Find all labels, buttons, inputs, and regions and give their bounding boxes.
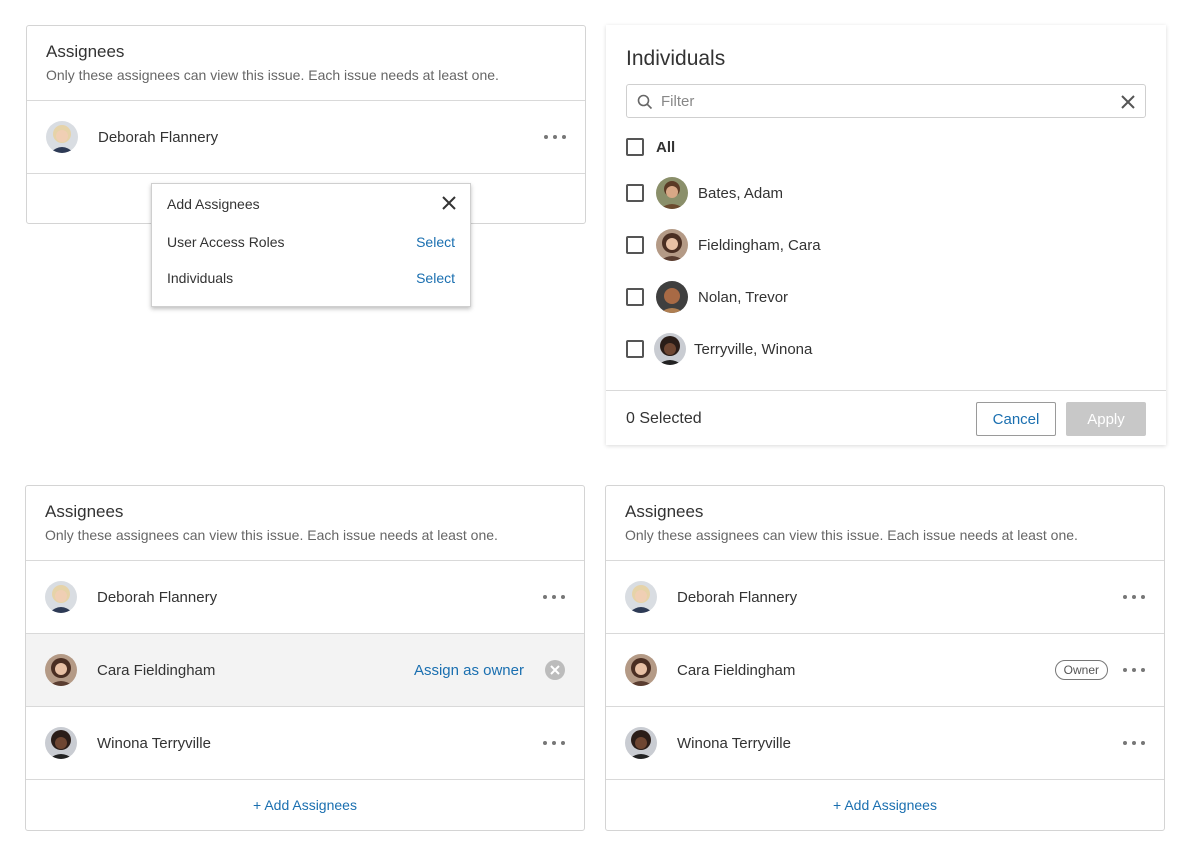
- assignee-row: Deborah Flannery: [606, 561, 1164, 634]
- remove-icon[interactable]: [545, 660, 565, 680]
- assignee-row: Deborah Flannery: [27, 101, 585, 174]
- avatar: [45, 654, 77, 686]
- panel-footer: 0 Selected Cancel Apply: [606, 390, 1166, 446]
- card-subtitle: Only these assignees can view this issue…: [625, 527, 1078, 543]
- popup-row-label: User Access Roles: [167, 234, 285, 250]
- all-label: All: [656, 138, 676, 156]
- assignee-name: Cara Fieldingham: [97, 661, 216, 679]
- assignees-card-bottom-left: Assignees Only these assignees can view …: [25, 485, 585, 831]
- card-title: Assignees: [625, 502, 704, 521]
- card-title: Assignees: [45, 502, 124, 521]
- avatar: [625, 654, 657, 686]
- cancel-button[interactable]: Cancel: [976, 402, 1056, 436]
- person-checkbox[interactable]: [626, 288, 644, 306]
- card-header: Assignees Only these assignees can view …: [27, 26, 585, 101]
- filter-box: [626, 84, 1146, 118]
- avatar: [625, 581, 657, 613]
- all-row: All: [626, 130, 675, 164]
- person-name: Bates, Adam: [698, 184, 784, 202]
- assignee-name: Cara Fieldingham: [677, 661, 796, 679]
- person-name: Fieldingham, Cara: [698, 236, 821, 254]
- filter-input[interactable]: [661, 85, 1101, 117]
- select-individuals-link[interactable]: Select: [416, 270, 455, 286]
- more-options-icon[interactable]: [543, 594, 565, 600]
- avatar: [45, 727, 77, 759]
- person-checkbox[interactable]: [626, 236, 644, 254]
- assignee-row: Cara Fieldingham Owner: [606, 634, 1164, 707]
- person-row: Nolan, Trevor: [626, 280, 788, 314]
- assignees-card-bottom-right: Assignees Only these assignees can view …: [605, 485, 1165, 831]
- avatar: [45, 581, 77, 613]
- card-subtitle: Only these assignees can view this issue…: [45, 527, 498, 543]
- person-row: Terryville, Winona: [626, 332, 812, 366]
- assignee-name: Deborah Flannery: [677, 588, 798, 606]
- person-name: Terryville, Winona: [694, 340, 813, 358]
- more-options-icon[interactable]: [1123, 594, 1145, 600]
- apply-button[interactable]: Apply: [1066, 402, 1146, 436]
- add-assignees-link[interactable]: + Add Assignees: [26, 780, 584, 830]
- avatar: [625, 727, 657, 759]
- popup-row-user-access-roles: User Access Roles Select: [167, 234, 455, 250]
- more-options-icon[interactable]: [1123, 740, 1145, 746]
- avatar: [656, 177, 688, 209]
- owner-badge: Owner: [1054, 660, 1108, 680]
- clear-icon[interactable]: [1120, 94, 1136, 110]
- individuals-panel: Individuals All Bates, Adam Fieldingham,…: [606, 25, 1166, 445]
- more-options-icon[interactable]: [543, 740, 565, 746]
- more-options-icon[interactable]: [544, 134, 566, 140]
- close-icon[interactable]: [440, 194, 458, 212]
- person-checkbox[interactable]: [626, 184, 644, 202]
- assignee-name: Winona Terryville: [97, 734, 211, 752]
- all-checkbox[interactable]: [626, 138, 644, 156]
- person-checkbox[interactable]: [626, 340, 644, 358]
- more-options-icon[interactable]: [1123, 667, 1145, 673]
- assignee-name: Deborah Flannery: [98, 128, 219, 146]
- person-name: Nolan, Trevor: [698, 288, 789, 306]
- popup-row-individuals: Individuals Select: [167, 270, 455, 286]
- avatar: [656, 281, 688, 313]
- assignee-row: Deborah Flannery: [26, 561, 584, 634]
- assign-as-owner-link[interactable]: Assign as owner: [414, 662, 524, 679]
- add-assignees-link[interactable]: + Add Assignees: [606, 780, 1164, 830]
- card-header: Assignees Only these assignees can view …: [26, 486, 584, 561]
- person-row: Bates, Adam: [626, 176, 783, 210]
- card-title: Assignees: [46, 42, 125, 61]
- card-header: Assignees Only these assignees can view …: [606, 486, 1164, 561]
- add-assignees-popup: Add Assignees User Access Roles Select I…: [151, 183, 471, 307]
- person-row: Fieldingham, Cara: [626, 228, 821, 262]
- assignee-row: Winona Terryville: [26, 707, 584, 780]
- assignee-name: Winona Terryville: [677, 734, 791, 752]
- assignee-row: Cara Fieldingham Assign as owner: [26, 634, 584, 707]
- avatar: [46, 121, 78, 153]
- assignee-row: Winona Terryville: [606, 707, 1164, 780]
- selected-count: 0 Selected: [626, 410, 702, 427]
- popup-row-label: Individuals: [167, 270, 234, 286]
- avatar: [656, 229, 688, 261]
- search-icon: [637, 94, 653, 110]
- popup-title: Add Assignees: [167, 196, 260, 212]
- select-user-access-roles-link[interactable]: Select: [416, 234, 455, 250]
- panel-title: Individuals: [626, 47, 726, 70]
- avatar: [654, 333, 686, 365]
- assignee-name: Deborah Flannery: [97, 588, 218, 606]
- card-subtitle: Only these assignees can view this issue…: [46, 67, 499, 83]
